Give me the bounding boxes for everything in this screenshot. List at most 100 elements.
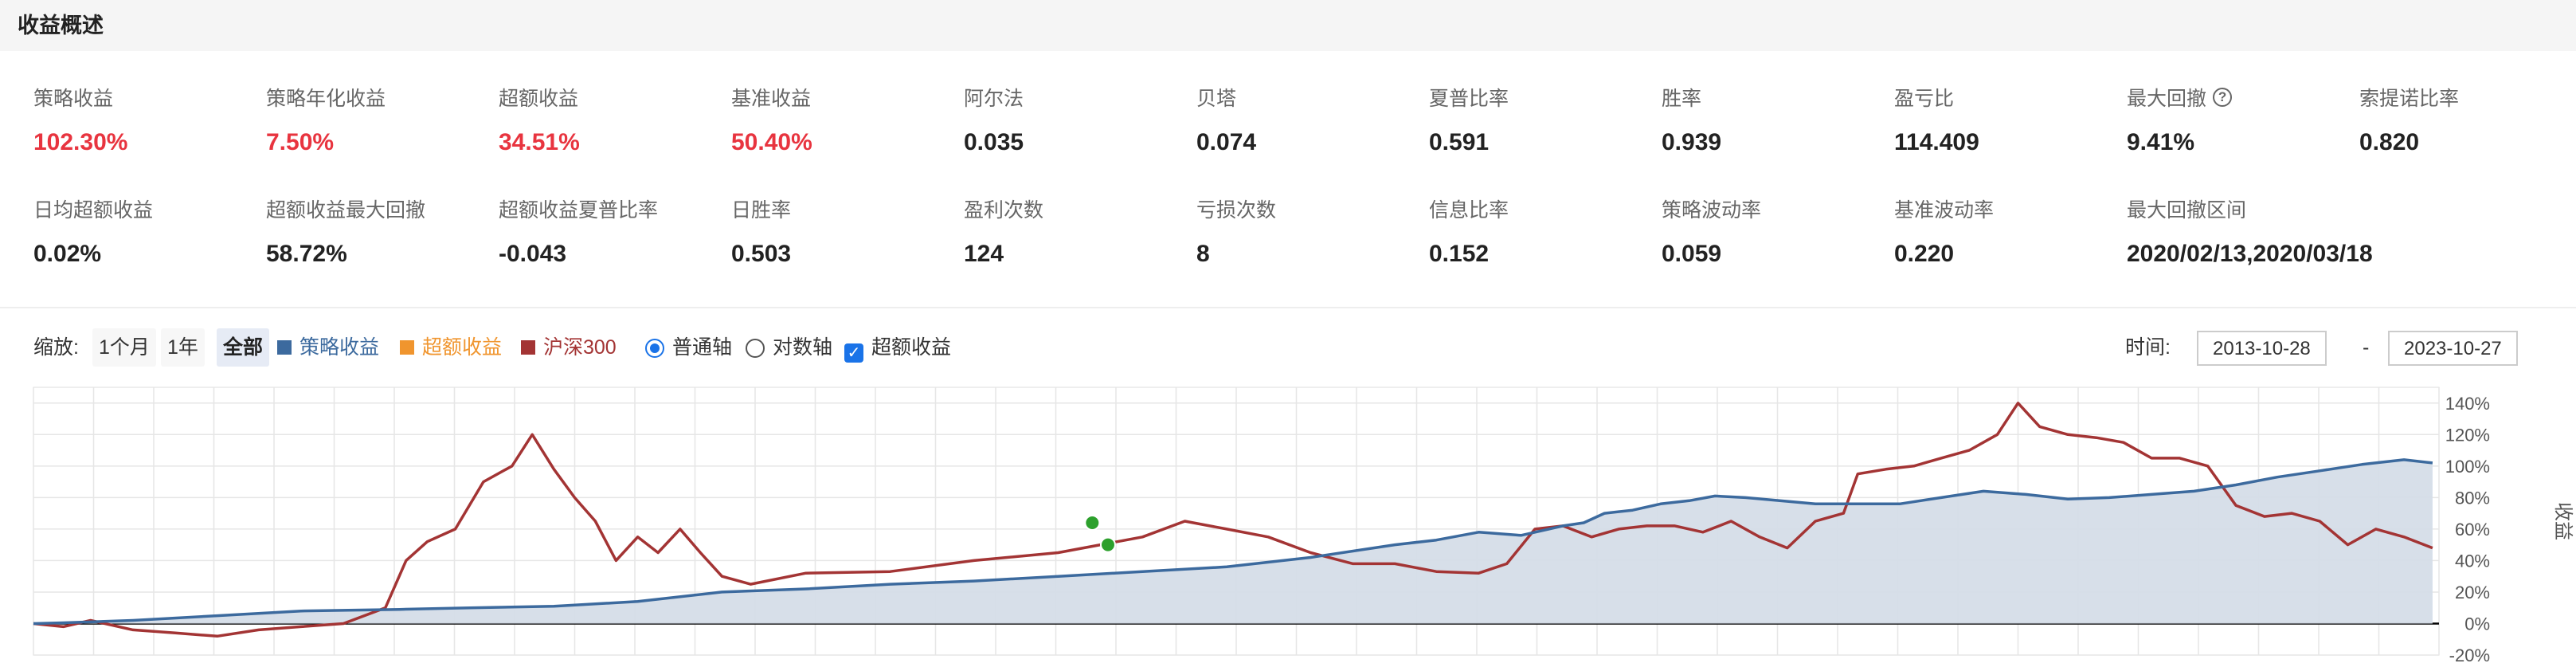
- excess-return-toggle[interactable]: ✓ 超额收益: [844, 328, 951, 367]
- metric-value: 0.220: [1894, 241, 1955, 267]
- metric-value: 0.152: [1429, 241, 1490, 267]
- chart-toolbar: 缩放: 1个月 1年 全部 策略收益 超额收益 沪深300 普通轴 对数轴 ✓ 超…: [0, 328, 2576, 367]
- legend-strategy[interactable]: 策略收益: [277, 328, 379, 367]
- metric-label-text: 胜率: [1662, 88, 1702, 110]
- metric-value: 114.409: [1894, 129, 1979, 155]
- metric-label-text: 夏普比率: [1429, 88, 1509, 110]
- metric-metrics_row1-8: 盈亏比 114.409: [1894, 83, 2117, 156]
- metric-value: 0.503: [731, 241, 792, 267]
- metric-metrics_row2-9: 最大回撤区间 2020/02/13,2020/03/18: [2127, 194, 2373, 268]
- metric-label-text: 超额收益夏普比率: [499, 199, 659, 222]
- metric-metrics_row1-2: 超额收益 34.51%: [499, 83, 722, 156]
- date-from-input[interactable]: 2013-10-28: [2197, 331, 2327, 367]
- metric-value: 0.059: [1662, 241, 1722, 267]
- page-title: 收益概述: [18, 14, 104, 37]
- metric-label-text: 超额收益: [499, 88, 579, 110]
- metric-label-text: 亏损次数: [1196, 199, 1277, 222]
- legend-hs300[interactable]: 沪深300: [521, 328, 617, 367]
- metric-label: 阿尔法: [964, 83, 1187, 112]
- metrics-panel: 策略收益 102.30% 策略年化收益 7.50% 超额收益 34.51% 基准收益 50.4…: [0, 51, 2576, 306]
- metric-metrics_row2-7: 策略波动率 0.059: [1662, 194, 1885, 268]
- y-tick-label: -20%: [2449, 645, 2490, 665]
- metric-value: 102.30%: [33, 129, 128, 155]
- metric-label: 超额收益: [499, 83, 722, 112]
- metric-metrics_row1-6: 夏普比率 0.591: [1429, 83, 1652, 156]
- legend-excess[interactable]: 超额收益: [400, 328, 502, 367]
- y-tick-label: 40%: [2455, 551, 2490, 571]
- log-axis-label: 对数轴: [773, 336, 833, 359]
- metric-label: 策略收益: [33, 83, 256, 112]
- returns-chart[interactable]: -20% 0% 20% 40% 60% 80% 100% 120% 140% 收益: [0, 375, 2576, 671]
- metric-metrics_row1-4: 阿尔法 0.035: [964, 83, 1187, 156]
- metric-metrics_row2-5: 亏损次数 8: [1196, 194, 1419, 268]
- metric-metrics_row2-0: 日均超额收益 0.02%: [33, 194, 256, 268]
- metric-metrics_row2-1: 超额收益最大回撤 58.72%: [266, 194, 489, 268]
- metric-metrics_row1-5: 贝塔 0.074: [1196, 83, 1419, 156]
- metric-label: 超额收益最大回撤: [266, 194, 489, 223]
- metric-metrics_row2-3: 日胜率 0.503: [731, 194, 954, 268]
- zoom-1-year-button[interactable]: 1年: [161, 328, 205, 367]
- legend-strategy-swatch: [277, 340, 292, 355]
- time-label: 时间:: [2125, 336, 2171, 359]
- y-tick-label: 0%: [2464, 614, 2490, 634]
- zoom-label: 缩放:: [33, 336, 79, 359]
- metric-label: 盈亏比: [1894, 83, 2117, 112]
- drawdown-marker: [1099, 536, 1116, 553]
- metric-label-text: 阿尔法: [964, 88, 1024, 110]
- zoom-all-button[interactable]: 全部: [217, 328, 270, 367]
- normal-axis-option[interactable]: 普通轴: [645, 328, 732, 367]
- excess-return-checkbox[interactable]: ✓: [844, 343, 863, 363]
- normal-axis-radio[interactable]: [645, 339, 664, 358]
- summary-header: 收益概述: [0, 0, 2576, 51]
- metric-label: 日均超额收益: [33, 194, 256, 223]
- metric-label-text: 策略年化收益: [266, 88, 386, 110]
- metric-label-text: 基准波动率: [1894, 199, 1995, 222]
- metric-label-text: 策略收益: [33, 88, 114, 110]
- metric-metrics_row1-1: 策略年化收益 7.50%: [266, 83, 489, 156]
- metric-label-text: 策略波动率: [1662, 199, 1762, 222]
- y-tick-label: 120%: [2445, 425, 2490, 445]
- metric-value: 58.72%: [266, 241, 347, 267]
- y-tick-label: 60%: [2455, 520, 2490, 540]
- metric-metrics_row1-10: 索提诺比率 0.820: [2359, 83, 2576, 156]
- metric-metrics_row1-7: 胜率 0.939: [1662, 83, 1885, 156]
- metric-label: 策略年化收益: [266, 83, 489, 112]
- metric-label-text: 日胜率: [731, 199, 792, 222]
- metric-label-text: 最大回撤区间: [2127, 199, 2247, 222]
- metric-value: 9.41%: [2127, 129, 2195, 155]
- metric-value: 7.50%: [266, 129, 335, 155]
- legend-hs300-label: 沪深300: [543, 336, 617, 359]
- date-to-wrap: 2023-10-27: [2388, 328, 2518, 367]
- metric-label: 贝塔: [1196, 83, 1419, 112]
- metric-label-text: 基准收益: [731, 88, 812, 110]
- metric-value: 0.02%: [33, 241, 102, 267]
- metric-value: 0.939: [1662, 129, 1722, 155]
- legend-excess-label: 超额收益: [422, 336, 503, 359]
- metric-value: 50.40%: [731, 129, 812, 155]
- y-axis-label: 收益: [2552, 502, 2574, 540]
- metric-label-text: 日均超额收益: [33, 199, 154, 222]
- normal-axis-label: 普通轴: [672, 336, 733, 359]
- metric-metrics_row2-4: 盈利次数 124: [964, 194, 1187, 268]
- metric-label: 夏普比率: [1429, 83, 1652, 112]
- metric-label-text: 最大回撤: [2127, 88, 2207, 110]
- metric-value: 124: [964, 241, 1004, 267]
- question-circle-icon[interactable]: ?: [2213, 88, 2233, 107]
- metric-label: 基准波动率: [1894, 194, 2117, 223]
- log-axis-radio[interactable]: [746, 339, 765, 358]
- zoom-1-month-button[interactable]: 1个月: [92, 328, 156, 367]
- metric-label-text: 索提诺比率: [2359, 88, 2460, 110]
- y-tick-label: 140%: [2445, 394, 2490, 414]
- log-axis-option[interactable]: 对数轴: [746, 328, 832, 367]
- metric-label-text: 信息比率: [1429, 199, 1509, 222]
- metric-value: 2020/02/13,2020/03/18: [2127, 241, 2373, 267]
- metric-metrics_row1-9: 最大回撤? 9.41%: [2127, 83, 2350, 156]
- y-tick-label: 100%: [2445, 457, 2490, 477]
- metric-metrics_row2-2: 超额收益夏普比率 -0.043: [499, 194, 722, 268]
- metric-label: 最大回撤区间: [2127, 194, 2350, 223]
- metric-label-text: 盈亏比: [1894, 88, 1955, 110]
- metric-value: 0.591: [1429, 129, 1490, 155]
- date-from-wrap: 2013-10-28: [2197, 328, 2327, 367]
- date-to-input[interactable]: 2023-10-27: [2388, 331, 2518, 367]
- metric-value: 8: [1196, 241, 1210, 267]
